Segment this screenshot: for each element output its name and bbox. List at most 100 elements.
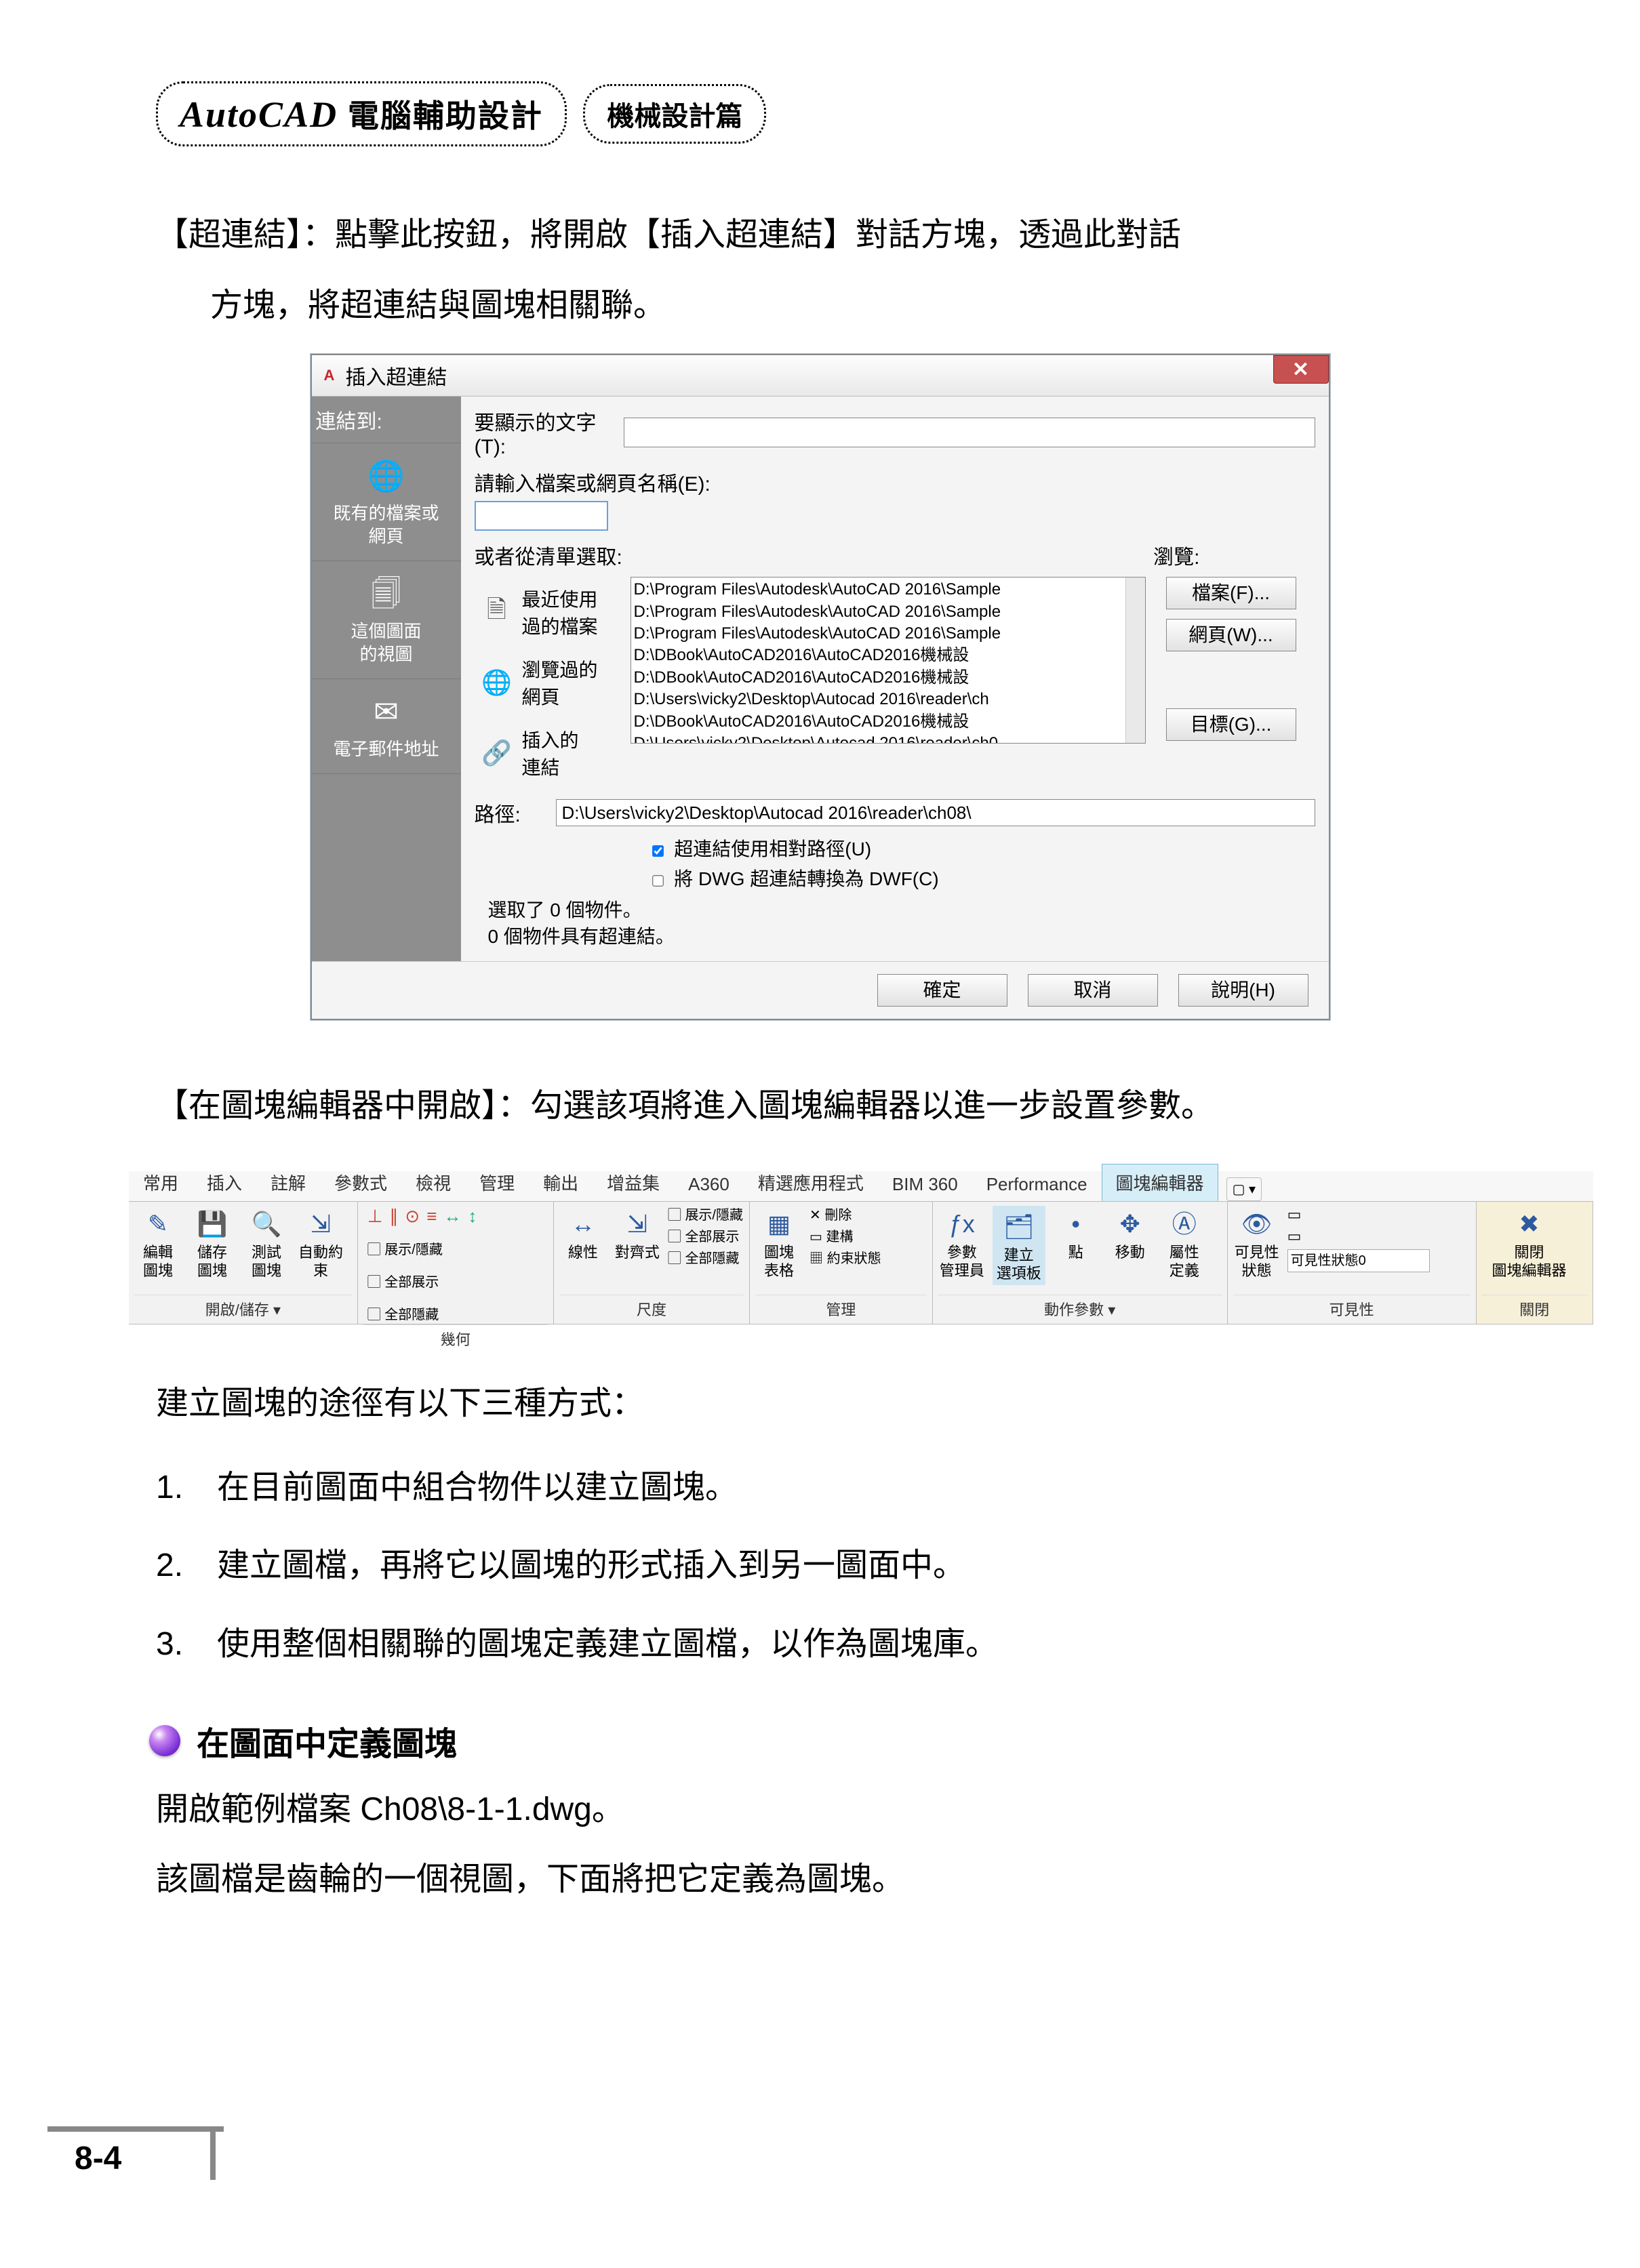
insert-hyperlink-dialog: A 插入超連結 ✕ 連結到: 🌐 既有的檔案或 網頁 🗐 這個圖面 的視圖 ✉ bbox=[311, 354, 1330, 1019]
target-button[interactable]: 目標(G)... bbox=[1166, 708, 1296, 741]
nav-email-address[interactable]: ✉ 電子郵件地址 bbox=[312, 679, 461, 774]
tab-a360[interactable]: A360 bbox=[674, 1168, 744, 1201]
point-icon: • bbox=[1058, 1206, 1094, 1241]
btn-constraint-status[interactable]: ▦ 約束狀態 bbox=[809, 1249, 881, 1268]
btn-point[interactable]: • 點 bbox=[1052, 1206, 1100, 1261]
close-icon: ✕ bbox=[1292, 358, 1309, 382]
status-selected: 選取了 0 個物件。 bbox=[488, 897, 1315, 923]
tab-addins[interactable]: 增益集 bbox=[593, 1164, 674, 1201]
constraint-icon[interactable]: ↔ bbox=[443, 1206, 461, 1227]
tab-output[interactable]: 輸出 bbox=[529, 1164, 593, 1201]
nav-existing-file[interactable]: 🌐 既有的檔案或 網頁 bbox=[312, 443, 461, 561]
tab-featured-apps[interactable]: 精選應用程式 bbox=[744, 1164, 878, 1201]
source-browsed-pages[interactable]: 🌐 瀏覽過的 網頁 bbox=[475, 647, 631, 718]
btn-visibility-state[interactable]: 👁 可見性 狀態 bbox=[1233, 1206, 1281, 1280]
envelope-icon: ✉ bbox=[316, 693, 457, 731]
tab-view[interactable]: 檢視 bbox=[401, 1164, 465, 1201]
autocad-app-icon: A bbox=[320, 366, 339, 385]
close-editor-icon: ✖ bbox=[1512, 1206, 1547, 1241]
list-item[interactable]: D:\Program Files\Autodesk\AutoCAD 2016\S… bbox=[634, 623, 1142, 645]
btn-close-block-editor[interactable]: ✖ 關閉 圖塊編輯器 bbox=[1482, 1206, 1577, 1280]
btn-show-all-2[interactable]: ▢ 全部展示 bbox=[668, 1228, 743, 1247]
visibility-icon: 👁 bbox=[1239, 1206, 1275, 1241]
btn-save-block[interactable]: 💾 儲存 圖塊 bbox=[188, 1206, 236, 1280]
btn-show-hide-2[interactable]: ▢ 展示/隱藏 bbox=[668, 1206, 743, 1225]
listbox-scrollbar[interactable] bbox=[1125, 578, 1145, 743]
tab-insert[interactable]: 插入 bbox=[193, 1164, 256, 1201]
list-item[interactable]: D:\Program Files\Autodesk\AutoCAD 2016\S… bbox=[634, 579, 1142, 601]
tab-manage[interactable]: 管理 bbox=[465, 1164, 529, 1201]
btn-edit-block[interactable]: ✎ 編輯 圖塊 bbox=[134, 1206, 182, 1280]
list-item[interactable]: D:\Users\vicky2\Desktop\Autocad 2016\rea… bbox=[634, 689, 1142, 710]
btn-show-all[interactable]: ▢ 全部展示 bbox=[367, 1273, 439, 1292]
file-or-web-input[interactable] bbox=[475, 501, 608, 531]
tab-performance[interactable]: Performance bbox=[972, 1168, 1102, 1201]
btn-attr-def[interactable]: Ⓐ 屬性 定義 bbox=[1161, 1206, 1208, 1280]
constraint-icon[interactable]: ↕ bbox=[468, 1206, 477, 1227]
para-hyperlink-a: 【超連結】：點擊此按鈕，將開啟【插入超連結】對話方塊，透過此對話 bbox=[156, 203, 1484, 267]
list-item[interactable]: D:\Users\vicky2\Desktop\Autocad 2016\rea… bbox=[634, 733, 1142, 744]
btn-move[interactable]: ✥ 移動 bbox=[1106, 1206, 1154, 1261]
chk-convert-dwf[interactable]: 將 DWG 超連結轉換為 DWF(C) bbox=[651, 864, 1315, 891]
list-item[interactable]: D:\DBook\AutoCAD2016\AutoCAD2016機械設 bbox=[634, 711, 1142, 733]
chk-relative-path[interactable]: 超連結使用相對路徑(U) bbox=[651, 834, 1315, 862]
group-label-opensave: 開啟/儲存 ▾ bbox=[134, 1295, 352, 1324]
btn-delete[interactable]: ✕ 刪除 bbox=[809, 1206, 881, 1225]
aligned-icon: ⇲ bbox=[620, 1206, 655, 1241]
constraint-icon[interactable]: ⊙ bbox=[405, 1206, 420, 1227]
dialog-left-nav: 連結到: 🌐 既有的檔案或 網頁 🗐 這個圖面 的視圖 ✉ 電子郵件地址 bbox=[312, 397, 461, 960]
btn-linear[interactable]: ↔ 線性 bbox=[559, 1206, 607, 1261]
constraint-icon[interactable]: ≡ bbox=[426, 1206, 437, 1227]
brand-text: AutoCAD bbox=[180, 94, 338, 135]
constraint-icon[interactable]: ∥ bbox=[389, 1206, 398, 1227]
help-button[interactable]: 說明(H) bbox=[1178, 974, 1308, 1007]
nav-this-drawing-view[interactable]: 🗐 這個圖面 的視圖 bbox=[312, 561, 461, 679]
browse-web-button[interactable]: 網頁(W)... bbox=[1166, 619, 1296, 651]
group-label-dimension: 尺度 bbox=[559, 1295, 744, 1324]
vis-mode-icon[interactable]: ▭ bbox=[1287, 1206, 1430, 1223]
chk-dwf-input[interactable] bbox=[652, 875, 664, 887]
btn-block-table[interactable]: ▦ 圖塊 表格 bbox=[755, 1206, 803, 1280]
source-recent-files[interactable]: 🗎 最近使用 過的檔案 bbox=[475, 577, 631, 647]
tab-home[interactable]: 常用 bbox=[129, 1164, 193, 1201]
browse-label: 瀏覽: bbox=[1153, 540, 1199, 570]
cancel-button[interactable]: 取消 bbox=[1028, 974, 1158, 1007]
list-item[interactable]: D:\DBook\AutoCAD2016\AutoCAD2016機械設 bbox=[634, 645, 1142, 666]
ribbon-menu-dropdown[interactable]: ▢ ▾ bbox=[1226, 1177, 1262, 1201]
para-open-in-block-editor: 【在圖塊編輯器中開啟】：勾選該項將進入圖塊編輯器以進一步設置參數。 bbox=[156, 1074, 1484, 1138]
btn-auto-constrain[interactable]: ⇲ 自動約束 bbox=[297, 1206, 344, 1280]
group-label-close: 關閉 bbox=[1482, 1295, 1588, 1324]
constraint-icon[interactable]: ⊥ bbox=[367, 1206, 383, 1227]
tab-block-editor[interactable]: 圖塊編輯器 bbox=[1102, 1164, 1218, 1201]
btn-param-manager[interactable]: ƒx 參數 管理員 bbox=[938, 1206, 986, 1280]
tab-parametric[interactable]: 參數式 bbox=[320, 1164, 401, 1201]
btn-aligned[interactable]: ⇲ 對齊式 bbox=[614, 1206, 661, 1261]
visibility-state-combo[interactable] bbox=[1287, 1249, 1430, 1272]
group-label-visibility: 可見性 bbox=[1233, 1295, 1471, 1324]
attribute-icon: Ⓐ bbox=[1167, 1206, 1202, 1241]
close-button[interactable]: ✕ bbox=[1273, 355, 1329, 384]
list-item[interactable]: D:\DBook\AutoCAD2016\AutoCAD2016機械設 bbox=[634, 667, 1142, 689]
group-manage: ▦ 圖塊 表格 ✕ 刪除 ▭ 建構 ▦ 約束狀態 管理 bbox=[750, 1202, 933, 1324]
ribbon-tabs: 常用 插入 註解 參數式 檢視 管理 輸出 增益集 A360 精選應用程式 BI… bbox=[129, 1171, 1593, 1202]
btn-hide-all-2[interactable]: ▢ 全部隱藏 bbox=[668, 1249, 743, 1268]
btn-build-palette[interactable]: 🗂 建立 選項板 bbox=[993, 1206, 1045, 1285]
list-item-3: 3. 使用整個相關聯的圖塊定義建立圖檔，以作為圖塊庫。 bbox=[156, 1613, 1484, 1676]
tab-bim360[interactable]: BIM 360 bbox=[878, 1168, 972, 1201]
btn-construct[interactable]: ▭ 建構 bbox=[809, 1228, 881, 1247]
btn-hide-all[interactable]: ▢ 全部隱藏 bbox=[367, 1305, 439, 1324]
ok-button[interactable]: 確定 bbox=[877, 974, 1007, 1007]
browse-file-button[interactable]: 檔案(F)... bbox=[1166, 577, 1296, 609]
tab-annotate[interactable]: 註解 bbox=[256, 1164, 320, 1201]
param-manager-icon: ƒx bbox=[944, 1206, 980, 1241]
chk-relative-input[interactable] bbox=[652, 845, 664, 857]
inserted-links-icon: 🔗 bbox=[479, 735, 515, 771]
vis-mode-icon[interactable]: ▭ bbox=[1287, 1228, 1430, 1245]
btn-show-hide[interactable]: ▢ 展示/隱藏 bbox=[367, 1240, 443, 1259]
display-text-input[interactable] bbox=[624, 418, 1315, 447]
source-inserted-links[interactable]: 🔗 插入的 連結 bbox=[475, 718, 631, 788]
file-listbox[interactable]: D:\Program Files\Autodesk\AutoCAD 2016\S… bbox=[631, 577, 1146, 744]
btn-test-block[interactable]: 🔍 測試 圖塊 bbox=[243, 1206, 290, 1280]
auto-constrain-icon: ⇲ bbox=[303, 1206, 338, 1241]
list-item[interactable]: D:\Program Files\Autodesk\AutoCAD 2016\S… bbox=[634, 601, 1142, 623]
